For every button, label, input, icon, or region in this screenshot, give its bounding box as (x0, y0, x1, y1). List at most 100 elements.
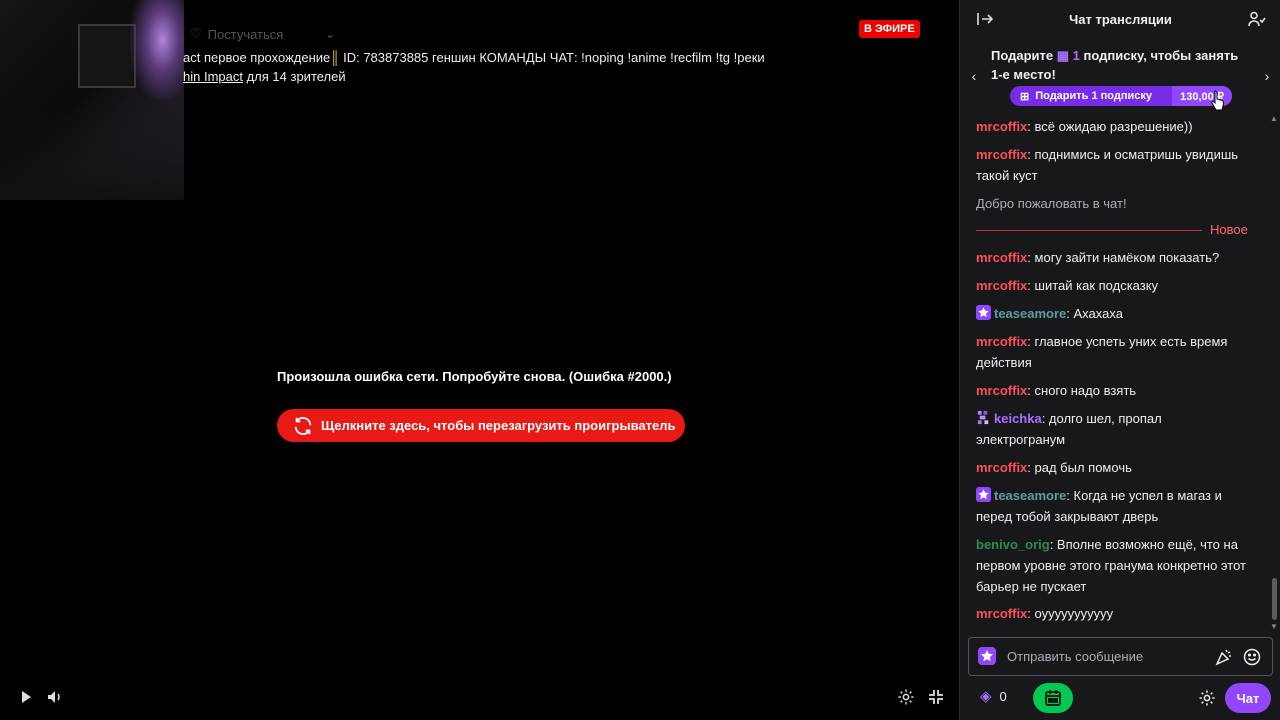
chat-username[interactable]: teaseamore (994, 306, 1066, 321)
promo-text: Подарите ▦ 1 подписку, чтобы занять 1-е … (991, 46, 1253, 84)
refresh-icon (294, 416, 312, 435)
follow-label: Постучаться (207, 26, 284, 42)
chat-username[interactable]: benivo_orig (976, 537, 1050, 552)
chat-message: teaseamore: Ахахаха (976, 303, 1252, 324)
send-chat-button[interactable]: Чат (1225, 683, 1271, 713)
scroll-up-icon[interactable]: ▲ (1270, 114, 1278, 123)
webcam-light (130, 0, 184, 100)
stream-category: hin Impact для 14 зрителей (183, 69, 346, 84)
chat-message: mrcoffix: всё ожидаю разрешение)) (976, 116, 1252, 137)
chevron-down-icon: ⌄ (324, 27, 336, 41)
chat-text: : сного надо взять (1027, 383, 1137, 398)
chat-message: mrcoffix: рад был помочь (976, 457, 1252, 478)
gift-icon: ▦ (1056, 48, 1070, 63)
webcam-overlay (0, 0, 184, 200)
chat-username[interactable]: mrcoffix (976, 278, 1027, 293)
new-messages-label: Новое (1210, 222, 1248, 237)
chat-username[interactable]: teaseamore (994, 488, 1066, 503)
chat-scrollbar-thumb[interactable] (1272, 578, 1277, 620)
volume-button[interactable] (44, 686, 66, 708)
exit-fullscreen-icon (929, 690, 943, 704)
chat-username[interactable]: mrcoffix (976, 460, 1027, 475)
video-player[interactable]: ♡ Постучаться ⌄ В ЭФИРЕ act первое прохо… (0, 0, 959, 720)
welcome-message: Добро пожаловать в чат! (976, 196, 1127, 211)
users-icon (1248, 11, 1266, 27)
chat-text: : Ахахаха (1066, 306, 1123, 321)
game-link[interactable]: hin Impact (183, 69, 243, 84)
chat-message: mrcoffix: шитай как подсказку (976, 275, 1252, 296)
chat-panel: Чат трансляции ‹ Подарите ▦ 1 подписку, … (959, 0, 1280, 720)
gift-sub-button[interactable]: ⊞ Подарить 1 подписку 130,00 ₽ (1010, 86, 1232, 106)
stream-title-prefix: act первое прохождение (183, 50, 331, 65)
mouse-cursor-icon (1211, 90, 1225, 111)
chat-text: : могу зайти намёком показать? (1027, 250, 1220, 265)
channel-points-button[interactable]: ◈ 0 (980, 687, 1007, 705)
chat-username[interactable]: mrcoffix (976, 147, 1027, 162)
diamond-icon: ◈ (980, 688, 992, 705)
chat-message: benivo_orig: Вполне возможно ещё, что на… (976, 534, 1252, 597)
gift-icon: ⊞ (1020, 90, 1030, 103)
gear-icon (1199, 690, 1215, 706)
chat-message: mrcoffix: сного надо взять (976, 380, 1252, 401)
follow-dropdown-button[interactable]: ⌄ (318, 22, 342, 46)
chevron-right-icon: › (1264, 68, 1270, 84)
chat-text: : всё ожидаю разрешение)) (1027, 119, 1193, 134)
chat-username[interactable]: mrcoffix (976, 250, 1027, 265)
fullscreen-button[interactable] (925, 686, 947, 708)
viewer-count: для 14 зрителей (242, 69, 346, 84)
gear-icon (898, 689, 914, 705)
chat-input-box[interactable] (968, 637, 1273, 676)
chat-username[interactable]: mrcoffix (976, 334, 1027, 349)
play-icon (22, 691, 31, 703)
chat-messages: mrcoffix: всё ожидаю разрешение)) mrcoff… (960, 114, 1270, 632)
chat-text: : шитай как подсказку (1027, 278, 1159, 293)
chat-message: mrcoffix: главное успеть уних есть время… (976, 331, 1252, 373)
chat-footer: ◈ 0 Чат (960, 682, 1280, 714)
webcam-shadow (0, 100, 184, 200)
chat-title: Чат трансляции (1069, 11, 1172, 27)
gift-sub-promo: ‹ Подарите ▦ 1 подписку, чтобы занять 1-… (960, 38, 1280, 114)
promo-text-before: Подарите (991, 48, 1057, 63)
chat-username[interactable]: mrcoffix (976, 606, 1027, 621)
chat-message: teaseamore: Когда не успел в магаз и пер… (976, 485, 1252, 527)
bits-button[interactable] (1214, 647, 1234, 667)
chat-text: : рад был помочь (1027, 460, 1132, 475)
reload-label: Щелкните здесь, чтобы перезагрузить прои… (321, 418, 676, 433)
channel-points-star-icon[interactable] (978, 647, 996, 665)
stream-title-rest: ID: 783873885 геншин КОМАНДЫ ЧАТ: !nopin… (339, 50, 765, 65)
reload-player-button[interactable]: Щелкните здесь, чтобы перезагрузить прои… (277, 409, 685, 442)
follow-button[interactable]: ♡ Постучаться (190, 22, 283, 46)
new-messages-divider (976, 230, 1202, 231)
error-message: Произошла ошибка сети. Попробуйте снова.… (277, 369, 672, 384)
cheer-icon (1215, 649, 1231, 666)
chat-message: keichka: долго шел, пропал электрогранум (976, 408, 1252, 450)
chat-header: Чат трансляции (960, 0, 1280, 38)
prediction-button[interactable] (1033, 683, 1073, 713)
chat-username[interactable]: mrcoffix (976, 383, 1027, 398)
calendar-icon (1045, 690, 1061, 706)
chat-text: : оууууууууууу (1027, 606, 1114, 621)
play-button[interactable] (15, 686, 37, 708)
star-badge-icon (976, 305, 991, 320)
emote-picker-button[interactable] (1242, 647, 1262, 667)
community-button[interactable] (1247, 9, 1267, 29)
scroll-down-icon[interactable]: ▼ (1270, 622, 1278, 631)
promo-prev-button[interactable]: ‹ (966, 68, 982, 84)
collapse-chat-button[interactable] (975, 9, 995, 29)
webcam-background-frame (78, 24, 136, 88)
settings-button[interactable] (895, 686, 917, 708)
volume-icon (48, 691, 60, 703)
live-badge: В ЭФИРЕ (859, 20, 920, 38)
heart-icon: ♡ (190, 26, 202, 41)
chat-username[interactable]: mrcoffix (976, 119, 1027, 134)
promo-next-button[interactable]: › (1259, 68, 1275, 84)
chat-settings-button[interactable] (1196, 687, 1218, 709)
pixel-badge-icon (977, 410, 989, 425)
collapse-icon (977, 13, 993, 25)
gift-sub-label: Подарить 1 подписку (1035, 90, 1153, 102)
chat-message-input[interactable] (1005, 638, 1209, 675)
chevron-left-icon: ‹ (971, 68, 977, 84)
chat-username[interactable]: keichka (994, 411, 1042, 426)
chat-scrollbar[interactable] (1271, 114, 1279, 630)
star-badge-icon (976, 487, 991, 502)
